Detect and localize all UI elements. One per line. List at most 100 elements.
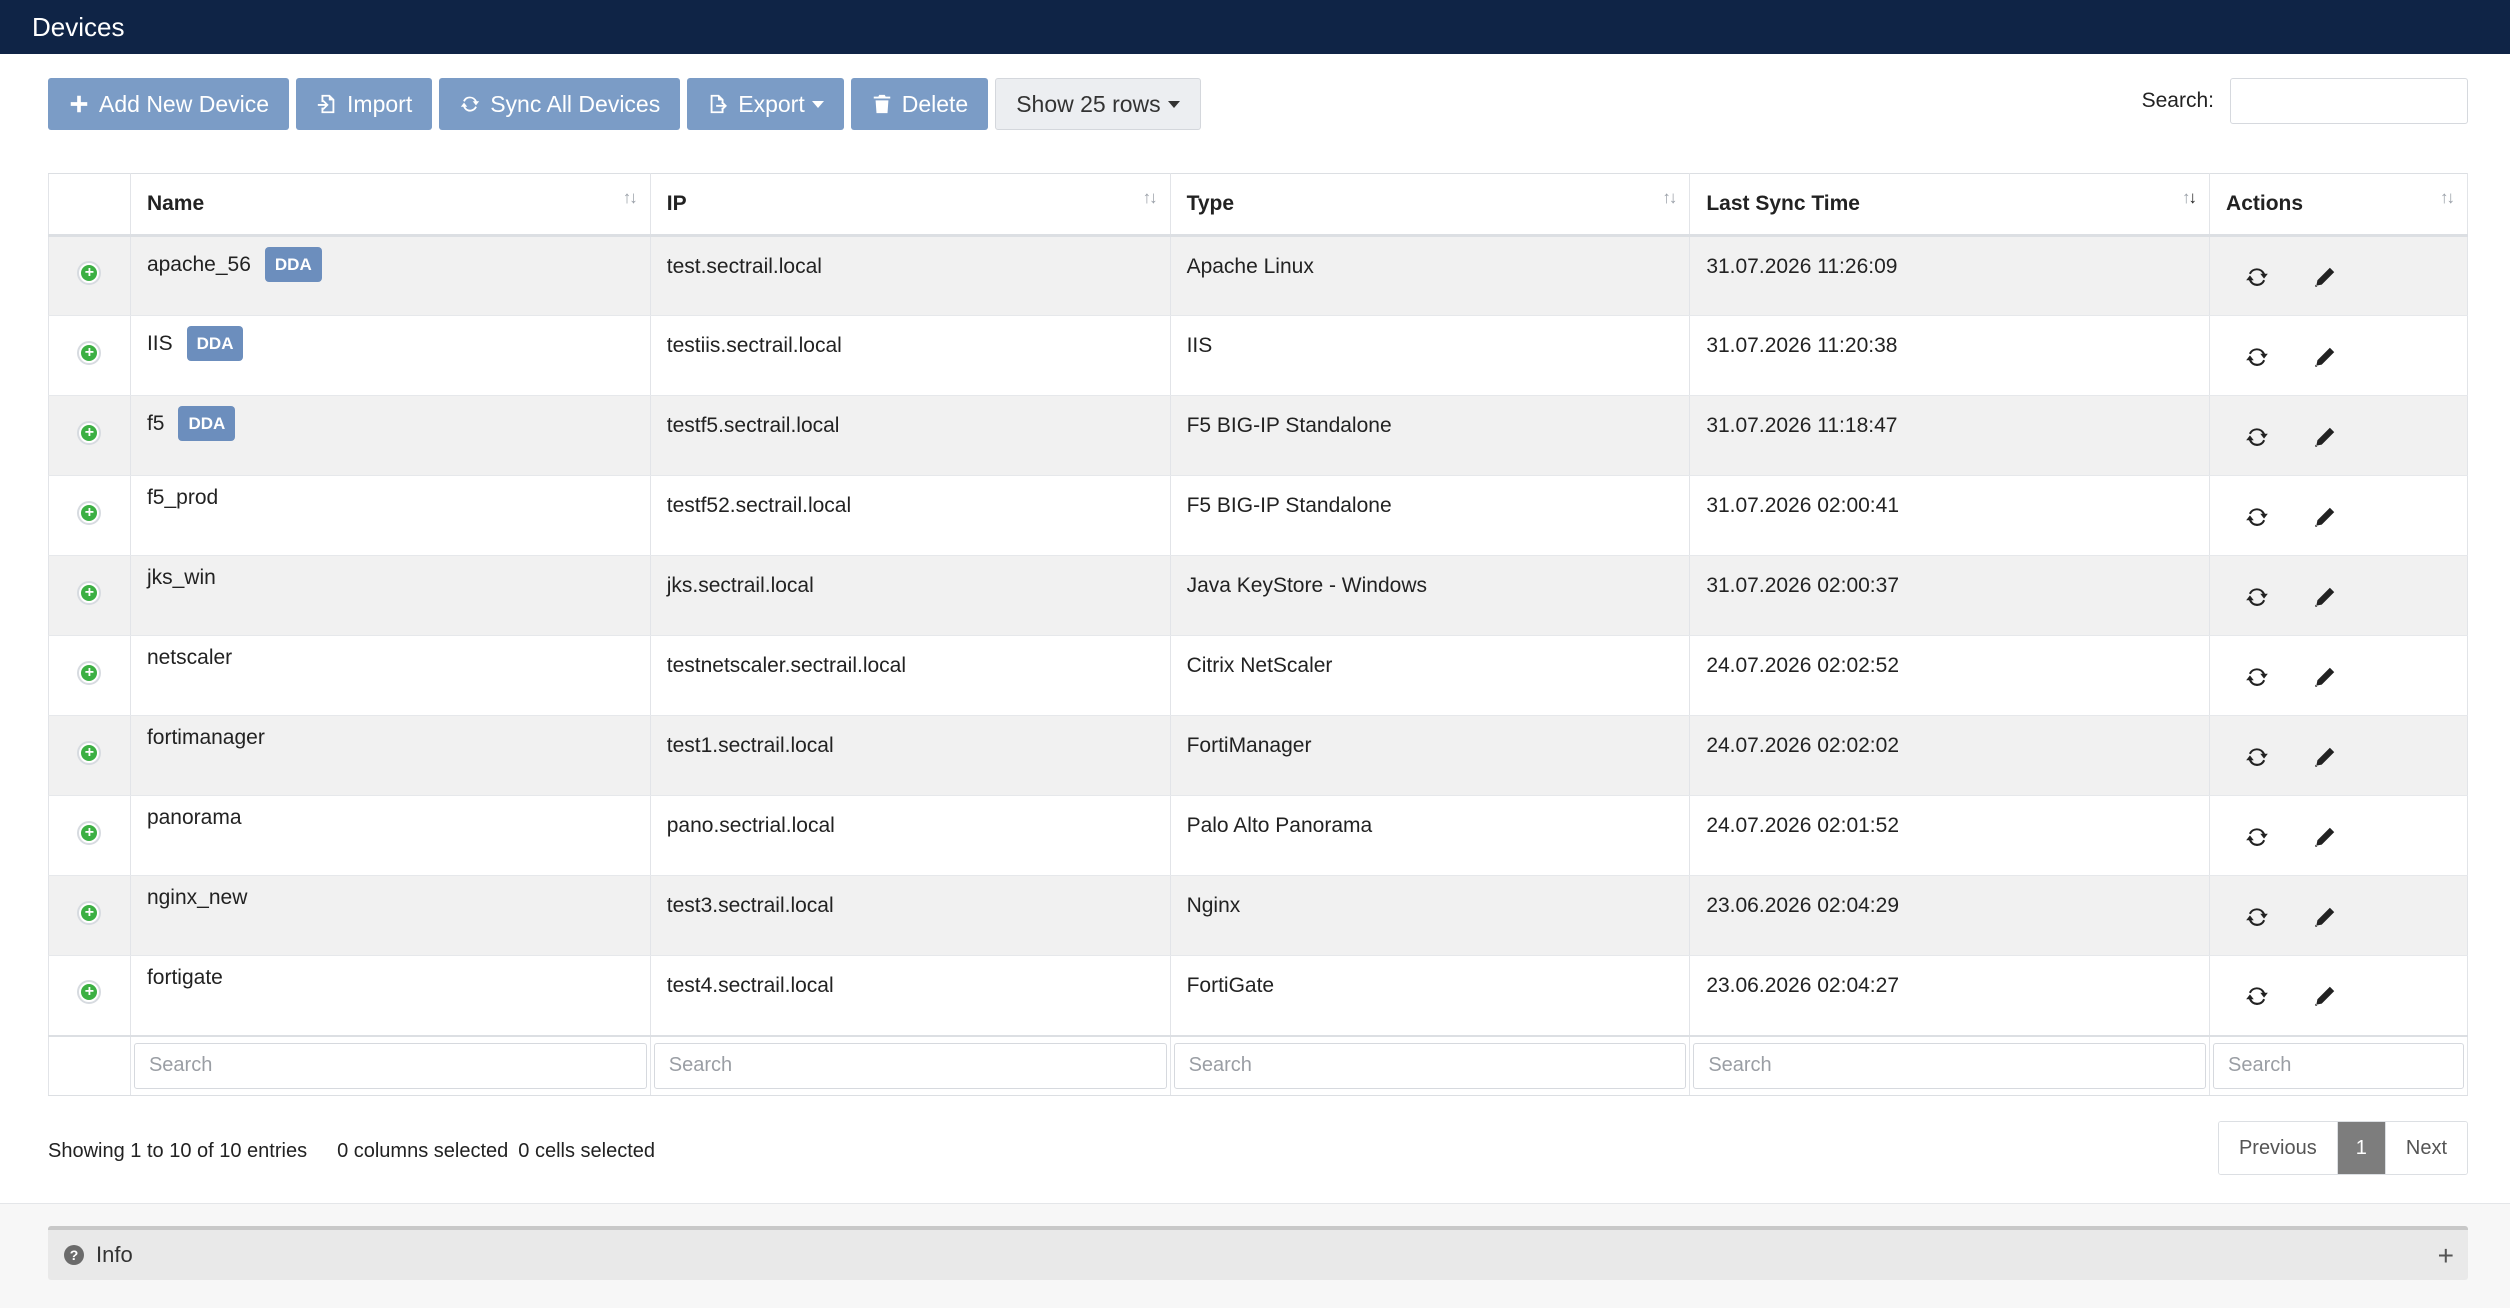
sync-icon[interactable] <box>2244 904 2270 930</box>
column-search-type-input[interactable] <box>1173 1042 1687 1089</box>
edit-device-button[interactable] <box>2312 983 2338 1015</box>
column-search-last-sync-input[interactable] <box>1693 1042 2207 1089</box>
device-name[interactable]: nginx_new <box>147 886 247 910</box>
device-name[interactable]: fortimanager <box>147 726 265 750</box>
table-row[interactable]: fortigate test4.sectrail.localFortiGate23… <box>48 955 2468 1036</box>
sort-icon[interactable]: ↑↓ <box>2440 188 2455 208</box>
pencil-icon[interactable] <box>2312 424 2338 450</box>
table-row[interactable]: fortimanager test1.sectrail.localFortiMan… <box>48 715 2468 796</box>
sync-icon[interactable] <box>2244 744 2270 770</box>
edit-device-button[interactable] <box>2312 264 2338 296</box>
pencil-icon[interactable] <box>2312 664 2338 690</box>
info-panel-header[interactable]: ? Info + <box>48 1226 2468 1280</box>
delete-button[interactable]: Delete <box>850 78 989 130</box>
table-row[interactable]: jks_win jks.sectrail.localJava KeyStore -… <box>48 555 2468 636</box>
show-rows-dropdown[interactable]: Show 25 rows <box>995 78 1201 130</box>
table-row[interactable]: apache_56 DDA test.sectrail.localApache Li… <box>48 235 2468 316</box>
device-name[interactable]: fortigate <box>147 966 223 990</box>
sync-device-button[interactable] <box>2244 344 2270 376</box>
pencil-icon[interactable] <box>2312 983 2338 1009</box>
edit-device-button[interactable] <box>2312 904 2338 936</box>
sync-icon[interactable] <box>2244 424 2270 450</box>
column-header-last-sync-time[interactable]: Last Sync Time ↑↓ <box>1689 173 2211 237</box>
expand-row-plus-circle-icon[interactable] <box>77 261 102 285</box>
column-search-name-input[interactable] <box>133 1042 647 1089</box>
sort-desc-icon[interactable]: ↑↓ <box>2182 188 2197 208</box>
column-header-ip[interactable]: IP ↑↓ <box>650 173 1171 237</box>
sync-device-button[interactable] <box>2244 584 2270 616</box>
expand-row-plus-circle-icon[interactable] <box>77 820 102 845</box>
edit-device-button[interactable] <box>2312 664 2338 696</box>
ip-cell: jks.sectrail.local <box>650 555 1171 636</box>
pagination-next[interactable]: Next <box>2384 1122 2467 1174</box>
sort-icon[interactable]: ↑↓ <box>623 188 638 208</box>
sync-device-button[interactable] <box>2244 983 2270 1015</box>
device-name[interactable]: apache_56 <box>147 253 251 277</box>
device-name[interactable]: panorama <box>147 806 242 830</box>
sync-device-button[interactable] <box>2244 424 2270 456</box>
sort-icon[interactable]: ↑↓ <box>1662 188 1677 208</box>
sync-device-button[interactable] <box>2244 664 2270 696</box>
table-row[interactable]: panorama pano.sectrial.localPalo Alto Pan… <box>48 795 2468 876</box>
device-name[interactable]: IIS <box>147 332 173 356</box>
sync-device-button[interactable] <box>2244 504 2270 536</box>
pencil-icon[interactable] <box>2312 824 2338 850</box>
edit-device-button[interactable] <box>2312 504 2338 536</box>
expand-row-plus-circle-icon[interactable] <box>77 900 102 925</box>
device-name[interactable]: netscaler <box>147 646 232 670</box>
sync-icon[interactable] <box>2244 664 2270 690</box>
sync-icon[interactable] <box>2244 824 2270 850</box>
pencil-icon[interactable] <box>2312 904 2338 930</box>
sync-all-devices-button[interactable]: Sync All Devices <box>439 78 681 130</box>
column-search-ip-input[interactable] <box>653 1042 1167 1089</box>
device-name[interactable]: f5_prod <box>147 486 218 510</box>
pencil-icon[interactable] <box>2312 584 2338 610</box>
sync-icon[interactable] <box>2244 983 2270 1009</box>
table-row[interactable]: nginx_new test3.sectrail.localNginx23.06.… <box>48 875 2468 956</box>
table-row[interactable]: IISDDAtestiis.sectrail.localIIS31.07.202… <box>48 315 2468 396</box>
sort-icon[interactable]: ↑↓ <box>1143 188 1158 208</box>
expand-row-plus-circle-icon[interactable] <box>77 420 102 445</box>
column-header-name[interactable]: Name ↑↓ <box>130 173 651 237</box>
pencil-icon[interactable] <box>2312 264 2338 290</box>
expand-row-plus-circle-icon[interactable] <box>77 500 102 525</box>
edit-device-button[interactable] <box>2312 824 2338 856</box>
expand-row-plus-circle-icon[interactable] <box>77 340 102 365</box>
sync-device-button[interactable] <box>2244 824 2270 856</box>
sync-device-button[interactable] <box>2244 744 2270 776</box>
table-row[interactable]: f5_prod testf52.sectrail.localF5 BIG-IP S… <box>48 475 2468 556</box>
sync-icon[interactable] <box>2244 344 2270 370</box>
edit-device-button[interactable] <box>2312 344 2338 376</box>
edit-device-button[interactable] <box>2312 584 2338 616</box>
expand-plus-icon[interactable]: + <box>2438 1240 2454 1272</box>
import-button[interactable]: Import <box>296 78 433 130</box>
sync-icon[interactable] <box>2244 584 2270 610</box>
edit-device-button[interactable] <box>2312 744 2338 776</box>
expand-row-plus-circle-icon[interactable] <box>77 660 102 685</box>
device-name[interactable]: jks_win <box>147 566 216 590</box>
expand-cell <box>48 875 131 956</box>
pagination-page-1[interactable]: 1 <box>2336 1122 2385 1174</box>
pencil-icon[interactable] <box>2312 744 2338 770</box>
edit-device-button[interactable] <box>2312 424 2338 456</box>
sync-icon[interactable] <box>2244 264 2270 290</box>
sync-device-button[interactable] <box>2244 904 2270 936</box>
expand-row-plus-circle-icon[interactable] <box>77 580 102 605</box>
pencil-icon[interactable] <box>2312 344 2338 370</box>
column-search-actions-input[interactable] <box>2213 1042 2464 1089</box>
search-input[interactable] <box>2230 78 2468 124</box>
pencil-icon[interactable] <box>2312 504 2338 530</box>
expand-row-plus-circle-icon[interactable] <box>77 740 102 765</box>
add-new-device-button[interactable]: Add New Device <box>48 78 290 130</box>
sync-device-button[interactable] <box>2244 264 2270 296</box>
table-row[interactable]: f5 DDA testf5.sectrail.localF5 BIG-IP Stan… <box>48 395 2468 476</box>
caret-down-icon <box>811 100 824 108</box>
expand-row-plus-circle-icon[interactable] <box>77 980 102 1005</box>
column-header-type[interactable]: Type ↑↓ <box>1170 173 1691 237</box>
table-row[interactable]: netscaler testnetscaler.sectrail.localCit… <box>48 635 2468 716</box>
export-dropdown-button[interactable]: Export <box>687 78 844 130</box>
sync-icon[interactable] <box>2244 504 2270 530</box>
pagination-previous[interactable]: Previous <box>2218 1122 2337 1174</box>
column-header-actions[interactable]: Actions ↑↓ <box>2209 173 2468 237</box>
device-name[interactable]: f5 <box>147 412 165 436</box>
